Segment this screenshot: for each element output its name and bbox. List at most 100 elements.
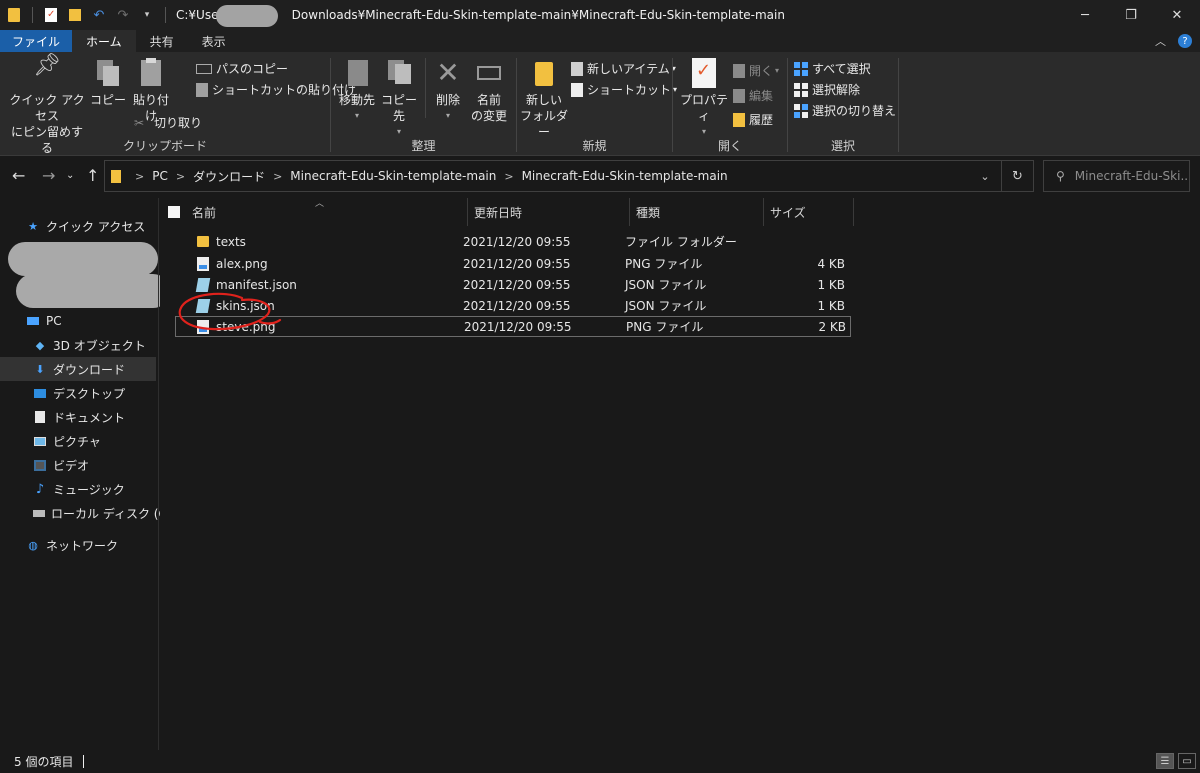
close-button[interactable]: ✕	[1154, 0, 1200, 30]
invert-selection-button[interactable]: 選択の切り替え	[794, 102, 896, 119]
tab-home[interactable]: ホーム	[72, 30, 136, 52]
organize-group-label: 整理	[411, 139, 436, 153]
paste-shortcut-icon	[196, 82, 208, 97]
column-header: 名前 ︿ 更新日時 種類 サイズ	[160, 198, 860, 226]
delete-x-icon: ✕	[436, 56, 460, 89]
breadcrumb-template-main-inner[interactable]: Minecraft-Edu-Skin-template-main	[522, 169, 728, 183]
edit-button[interactable]: 編集	[733, 87, 773, 104]
chevron-right-icon[interactable]: >	[273, 170, 282, 183]
file-row[interactable]: texts 2021/12/20 09:55 ファイル フォルダー	[175, 231, 851, 252]
sort-up-icon: ︿	[315, 199, 325, 209]
file-row[interactable]: alex.png 2021/12/20 09:55 PNG ファイル 4 KB	[175, 253, 851, 274]
column-size[interactable]: サイズ	[764, 198, 854, 226]
back-arrow-icon[interactable]: ←	[12, 166, 25, 185]
redaction-blob	[8, 242, 158, 276]
breadcrumb-pc[interactable]: PC	[152, 169, 168, 183]
details-view-icon[interactable]: ☰	[1156, 753, 1174, 769]
nav-music[interactable]: ♪ ミュージック	[0, 477, 156, 501]
search-icon: ⚲	[1056, 169, 1065, 183]
refresh-icon[interactable]: ↻	[1001, 161, 1033, 191]
network-globe-icon: ◍	[28, 538, 38, 552]
select-group: すべて選択 選択解除 選択の切り替え 選択	[788, 52, 898, 156]
open-group: ✓ プロパティ ▾ 開く ▾ 編集 履歴 開く	[673, 52, 787, 156]
select-all-icon	[794, 61, 808, 76]
select-all-checkbox[interactable]	[168, 206, 180, 218]
column-modified[interactable]: 更新日時	[468, 198, 630, 226]
easy-access-button[interactable]: ショートカット ▾	[571, 81, 677, 98]
cube-icon: ◆	[35, 338, 45, 352]
address-dropdown-chevron-icon[interactable]: ⌄	[969, 161, 1001, 191]
properties-icon[interactable]: ✓	[42, 5, 60, 25]
open-icon	[733, 63, 745, 78]
quick-access-toolbar: ✓ ↶ ↷ ▾	[0, 0, 172, 30]
pane-divider[interactable]	[158, 198, 159, 750]
help-icon[interactable]: ?	[1178, 34, 1192, 48]
properties-check-icon: ✓	[689, 58, 719, 88]
customize-chevron-icon[interactable]: ▾	[138, 5, 156, 25]
pin-icon: 📌︎	[33, 53, 61, 78]
forward-arrow-icon[interactable]: →	[42, 166, 55, 185]
clipboard-group: 📌︎ クイック アクセス にピン留めする コピー 貼り付け パスのコピー ショー…	[0, 52, 356, 156]
cut-button[interactable]: ✂︎ 切り取り	[134, 114, 202, 131]
tab-share[interactable]: 共有	[136, 30, 188, 52]
select-all-button[interactable]: すべて選択	[794, 60, 871, 77]
recent-chevron-icon[interactable]: ⌄	[66, 170, 74, 181]
undo-icon[interactable]: ↶	[90, 5, 108, 25]
nav-3d-objects[interactable]: ◆ 3D オブジェクト	[0, 333, 156, 357]
properties-button[interactable]: ✓ プロパティ ▾	[677, 58, 731, 140]
select-none-icon	[794, 82, 808, 97]
open-group-label: 開く	[717, 139, 742, 153]
status-bar: 5 個の項目 ☰ ▭	[0, 750, 1200, 773]
nav-network[interactable]: ◍ ネットワーク	[0, 533, 156, 557]
history-button[interactable]: 履歴	[733, 111, 773, 128]
column-name[interactable]: 名前 ︿	[160, 198, 468, 226]
new-folder-icon[interactable]	[66, 5, 84, 25]
nav-pc[interactable]: PC	[0, 309, 156, 333]
up-arrow-icon[interactable]: ↑	[86, 166, 99, 185]
clipboard-group-label: クリップボード	[122, 139, 207, 153]
new-folder-icon	[529, 58, 559, 88]
delete-button[interactable]: ✕ 削除 ▾	[431, 58, 465, 124]
picture-icon	[33, 435, 47, 447]
copy-path-button[interactable]: パスのコピー	[196, 60, 288, 77]
open-button[interactable]: 開く ▾	[733, 62, 779, 79]
new-item-icon	[571, 61, 583, 76]
redaction-blob	[216, 5, 278, 27]
nav-pictures[interactable]: ピクチャ	[0, 429, 156, 453]
new-item-button[interactable]: 新しいアイテム ▾	[571, 60, 676, 77]
nav-desktop[interactable]: デスクトップ	[0, 381, 156, 405]
breadcrumb-template-main[interactable]: Minecraft-Edu-Skin-template-main	[290, 169, 496, 183]
copy-button[interactable]: コピー	[90, 58, 126, 108]
chevron-right-icon[interactable]: >	[176, 170, 185, 183]
large-icons-view-icon[interactable]: ▭	[1178, 753, 1196, 769]
annotation-circle	[178, 292, 282, 331]
text-cursor	[83, 755, 85, 768]
download-arrow-icon: ⬇	[35, 362, 45, 376]
navigation-pane: ★ クイック アクセス PC ◆ 3D オブジェクト ⬇ ダウンロード デスクトップ …	[0, 198, 176, 750]
new-folder-button[interactable]: 新しい フォルダー	[519, 58, 569, 140]
nav-downloads[interactable]: ⬇ ダウンロード	[0, 357, 156, 381]
maximize-button[interactable]: ❐	[1108, 0, 1154, 30]
move-to-button[interactable]: 移動先 ▾	[337, 58, 377, 124]
move-to-icon	[342, 58, 372, 88]
chevron-right-icon[interactable]: >	[504, 170, 513, 183]
tab-view[interactable]: 表示	[188, 30, 240, 52]
nav-quick-access[interactable]: ★ クイック アクセス	[0, 214, 156, 238]
tab-file[interactable]: ファイル	[0, 30, 73, 52]
breadcrumb-downloads[interactable]: ダウンロード	[193, 168, 265, 185]
history-icon	[733, 112, 745, 127]
copy-to-button[interactable]: コピー先 ▾	[379, 58, 419, 140]
nav-videos[interactable]: ビデオ	[0, 453, 156, 477]
select-none-button[interactable]: 選択解除	[794, 81, 860, 98]
item-count: 5 個の項目	[14, 755, 74, 769]
column-type[interactable]: 種類	[630, 198, 764, 226]
search-input[interactable]: ⚲ Minecraft-Edu-Ski...	[1043, 160, 1190, 192]
folder-icon	[5, 5, 23, 25]
collapse-ribbon-icon[interactable]: ︿	[1155, 33, 1166, 49]
music-note-icon: ♪	[35, 481, 45, 497]
address-bar[interactable]: > PC > ダウンロード > Minecraft-Edu-Skin-templ…	[104, 160, 1034, 192]
minimize-button[interactable]: ─	[1062, 0, 1108, 30]
nav-local-disk[interactable]: ローカル ディスク (C:)	[0, 501, 176, 525]
rename-button[interactable]: 名前 の変更	[469, 58, 509, 124]
nav-documents[interactable]: ドキュメント	[0, 405, 156, 429]
